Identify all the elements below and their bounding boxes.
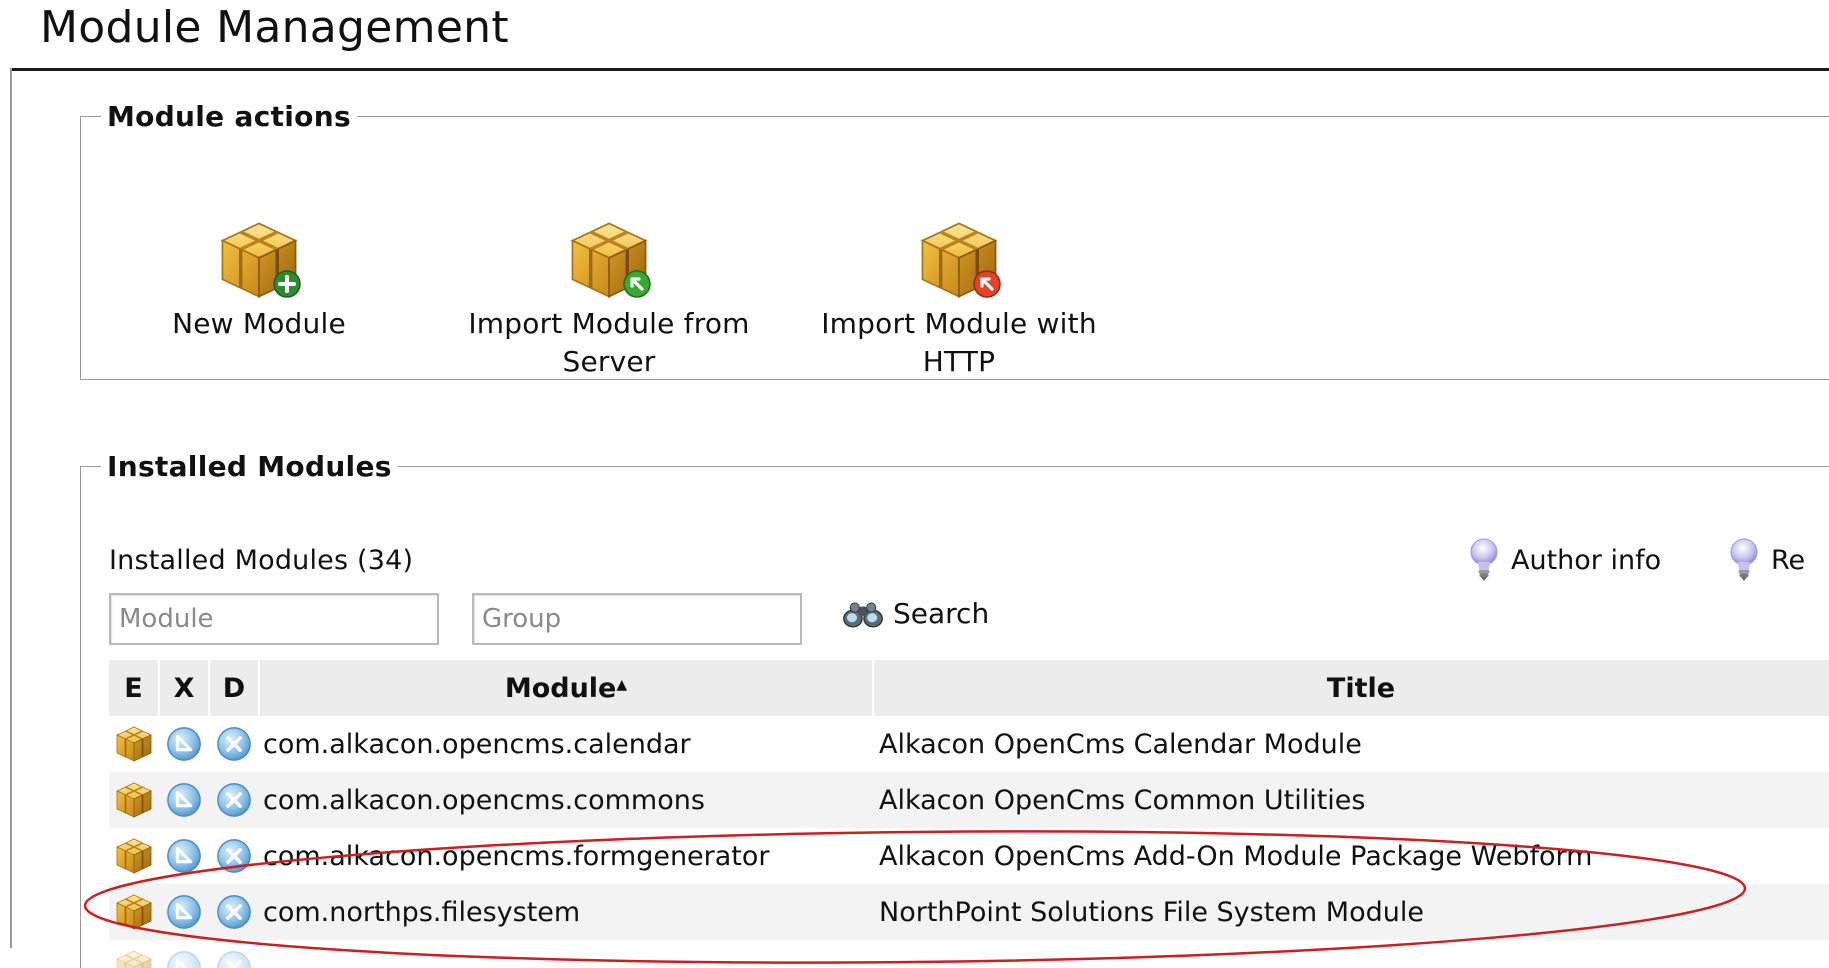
edit-cell xyxy=(109,884,159,940)
import-from-server-label-line1: Import Module from xyxy=(468,307,750,340)
module-name-cell: com.northps.filesystem xyxy=(259,884,873,940)
edit-cell xyxy=(109,828,159,884)
edit-cell xyxy=(109,716,159,772)
export-cell xyxy=(159,940,209,968)
edit-module-cube-icon[interactable] xyxy=(114,724,154,764)
page-title: Module Management xyxy=(40,2,509,53)
delete-module-icon[interactable] xyxy=(215,837,253,875)
binoculars-icon xyxy=(841,599,885,629)
info-toggle-label: Re xyxy=(1771,544,1806,576)
edit-cell xyxy=(109,940,159,968)
info-toggle-truncated[interactable]: Re xyxy=(1729,537,1805,583)
title-divider xyxy=(10,68,1829,71)
installed-modules-group: Installed Modules Installed Modules (34)… xyxy=(80,450,1829,968)
module-name-cell xyxy=(259,940,873,968)
import-with-http-icon xyxy=(914,217,1004,303)
lightbulb-icon xyxy=(1469,537,1499,583)
new-module-icon xyxy=(214,217,304,303)
delete-cell xyxy=(209,716,259,772)
delete-module-icon[interactable] xyxy=(215,781,253,819)
module-title-cell: Alkacon OpenCms Add-On Module Package We… xyxy=(879,840,1593,872)
table-row: com.alkacon.opencms.calendar Alkacon Ope… xyxy=(109,716,1829,772)
edit-module-cube-icon[interactable] xyxy=(114,836,154,876)
new-module-button[interactable]: New Module xyxy=(159,217,359,343)
module-title-cell: NorthPoint Solutions File System Module xyxy=(873,884,1829,940)
edit-module-cube-icon[interactable] xyxy=(114,892,154,932)
column-header-title[interactable]: Title xyxy=(873,660,1829,716)
delete-module-icon[interactable] xyxy=(215,893,253,931)
search-label: Search xyxy=(893,597,990,630)
import-with-http-label-line2: HTTP xyxy=(922,345,996,378)
installed-modules-legend: Installed Modules xyxy=(107,450,392,483)
import-with-http-label-line1: Import Module with xyxy=(821,307,1097,340)
module-actions-group: Module actions New Module Import Module … xyxy=(80,100,1829,380)
export-cell xyxy=(159,716,209,772)
export-module-icon[interactable] xyxy=(165,837,203,875)
module-name-cell: com.alkacon.opencms.calendar xyxy=(263,728,691,760)
column-header-module[interactable]: Module▲ xyxy=(259,660,874,716)
table-row: com.alkacon.opencms.commons Alkacon Open… xyxy=(109,772,1829,828)
author-info-toggle[interactable]: Author info xyxy=(1469,537,1661,583)
green-import-badge-icon xyxy=(623,270,651,298)
author-info-label: Author info xyxy=(1511,544,1662,576)
module-name-cell: com.alkacon.opencms.commons xyxy=(259,772,873,828)
export-cell xyxy=(159,828,209,884)
table-row-partial xyxy=(109,940,1829,968)
table-row: com.alkacon.opencms.formgenerator Alkaco… xyxy=(109,828,1829,884)
sort-ascending-icon: ▲ xyxy=(616,676,628,693)
import-from-server-icon xyxy=(564,217,654,303)
module-title-cell: Alkacon OpenCms Calendar Module xyxy=(879,728,1362,760)
delete-cell xyxy=(209,884,259,940)
import-from-server-label-line2: Server xyxy=(562,345,656,378)
delete-cell xyxy=(209,940,259,968)
module-name-cell: com.alkacon.opencms.formgenerator xyxy=(263,840,770,872)
new-module-label: New Module xyxy=(172,307,346,340)
lightbulb-icon xyxy=(1729,537,1759,583)
table-header-row: E X D Module▲ Title xyxy=(109,660,1829,716)
export-module-icon[interactable] xyxy=(165,893,203,931)
plus-badge-icon xyxy=(273,270,301,298)
installed-modules-table: E X D Module▲ Title com.alkacon.opencms.… xyxy=(109,660,1829,968)
delete-cell xyxy=(209,828,259,884)
delete-module-icon[interactable] xyxy=(215,725,253,763)
edit-module-cube-icon[interactable] xyxy=(114,948,154,968)
column-header-e: E xyxy=(109,660,160,716)
edit-cell xyxy=(109,772,159,828)
export-module-icon[interactable] xyxy=(165,949,203,968)
module-actions-legend: Module actions xyxy=(107,100,351,133)
export-cell xyxy=(159,772,209,828)
red-import-badge-icon xyxy=(973,270,1001,298)
import-module-with-http-button[interactable]: Import Module with HTTP xyxy=(794,217,1124,381)
export-module-icon[interactable] xyxy=(165,725,203,763)
group-filter-input[interactable] xyxy=(472,593,802,645)
module-filter-input[interactable] xyxy=(109,593,439,645)
column-header-d: D xyxy=(209,660,260,716)
module-title-cell xyxy=(873,940,1829,968)
edit-module-cube-icon[interactable] xyxy=(114,780,154,820)
installed-modules-count: Installed Modules (34) xyxy=(109,545,414,576)
module-management-page: Module Management Module actions New Mod… xyxy=(0,0,1829,968)
import-module-from-server-button[interactable]: Import Module from Server xyxy=(444,217,774,381)
module-title-cell: Alkacon OpenCms Common Utilities xyxy=(873,772,1829,828)
left-border xyxy=(10,68,12,948)
search-button[interactable]: Search xyxy=(841,597,989,630)
delete-cell xyxy=(209,772,259,828)
export-cell xyxy=(159,884,209,940)
delete-module-icon[interactable] xyxy=(215,949,253,968)
column-header-module-label: Module xyxy=(504,672,617,704)
table-row-highlighted: com.northps.filesystem NorthPoint Soluti… xyxy=(109,884,1829,940)
export-module-icon[interactable] xyxy=(165,781,203,819)
column-header-x: X xyxy=(159,660,210,716)
